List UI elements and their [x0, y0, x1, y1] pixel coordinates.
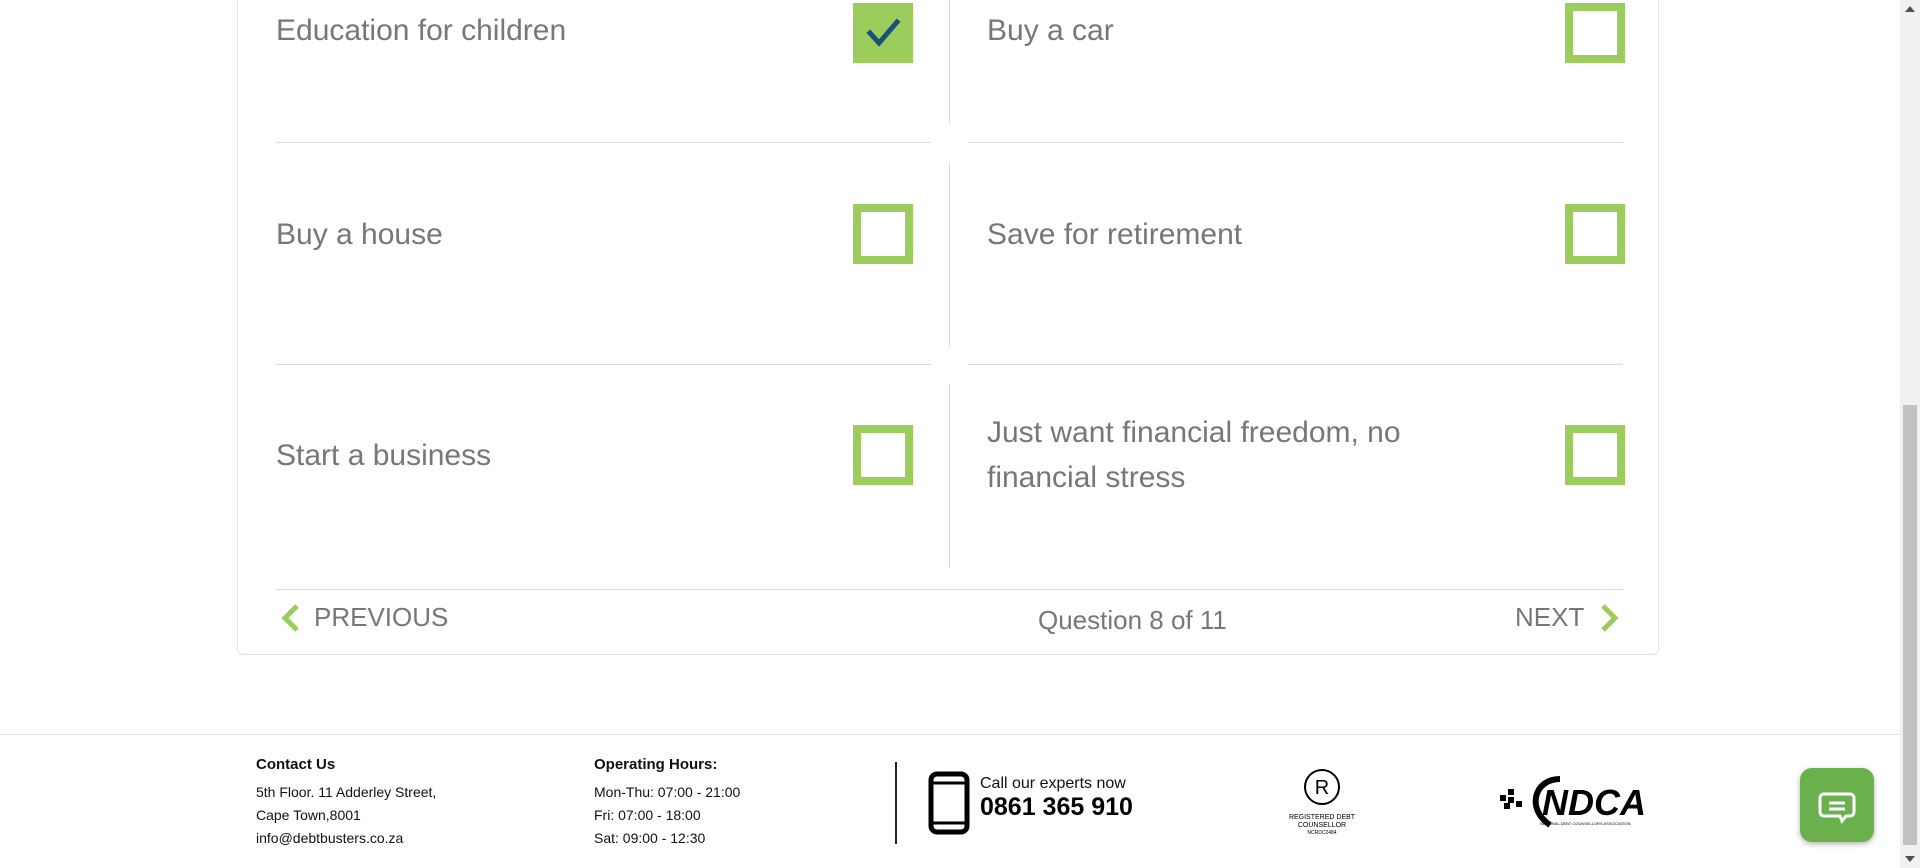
- chevron-right-icon: [1601, 603, 1619, 632]
- vertical-scrollbar[interactable]: [1900, 0, 1920, 868]
- ndca-text: NDCA: [1542, 782, 1646, 823]
- hours-heading: Operating Hours:: [594, 756, 718, 773]
- checkbox-buy-a-house[interactable]: [853, 204, 913, 264]
- ndca-logo: NDCA NATIONAL DEBT COUNSELLORS ASSOCIATI…: [1500, 773, 1646, 833]
- hours-line-2: Fri: 07:00 - 18:00: [594, 807, 701, 823]
- checkbox-save-for-retirement[interactable]: [1565, 204, 1625, 264]
- option-label: Buy a car: [987, 14, 1114, 47]
- contact-heading: Contact Us: [256, 756, 336, 773]
- phone-number[interactable]: 0861 365 910: [980, 793, 1133, 822]
- contact-section: Contact Us 5th Floor. 11 Adderley Street…: [256, 753, 436, 850]
- email-link[interactable]: info@debtbusters.co.za: [256, 827, 436, 850]
- nav-divider: [276, 589, 1623, 590]
- option-education-for-children[interactable]: Education for children: [276, 0, 566, 81]
- scroll-down-icon[interactable]: [1900, 852, 1920, 866]
- registered-counsellor-logo: R REGISTERED DEBT COUNSELLOR NCRDC2484: [1282, 767, 1362, 837]
- registered-number: NCRDC2484: [1307, 830, 1337, 836]
- checkmark-icon: [866, 18, 901, 47]
- column-divider: [949, 0, 950, 124]
- option-label: Save for retirement: [987, 218, 1243, 251]
- column-divider: [949, 384, 950, 568]
- footer: Contact Us 5th Floor. 11 Adderley Street…: [0, 734, 1900, 868]
- option-label: Buy a house: [276, 218, 443, 251]
- option-buy-a-house[interactable]: Buy a house: [276, 212, 443, 257]
- scrollbar-thumb[interactable]: [1903, 405, 1917, 845]
- footer-divider: [895, 762, 897, 844]
- option-financial-freedom[interactable]: Just want financial freedom, no financia…: [987, 410, 1457, 500]
- hours-section: Operating Hours: Mon-Thu: 07:00 - 21:00 …: [594, 753, 740, 850]
- previous-button[interactable]: PREVIOUS: [280, 602, 448, 633]
- row-divider: [276, 142, 931, 143]
- chevron-left-icon: [281, 603, 299, 632]
- hours-line-3: Sat: 09:00 - 12:30: [594, 830, 706, 846]
- row-divider: [276, 364, 931, 365]
- option-save-for-retirement[interactable]: Save for retirement: [987, 212, 1242, 257]
- scroll-up-icon[interactable]: [1900, 2, 1920, 16]
- row-divider: [968, 364, 1623, 365]
- checkbox-start-a-business[interactable]: [853, 425, 913, 485]
- row-divider: [968, 142, 1623, 143]
- previous-label: PREVIOUS: [314, 602, 449, 632]
- ndca-subtext: NATIONAL DEBT COUNSELLORS ASSOCIATION: [1540, 821, 1631, 826]
- checkbox-financial-freedom[interactable]: [1565, 425, 1625, 485]
- page: Education for children Buy a car Buy a h…: [0, 0, 1920, 868]
- phone-icon: [928, 771, 970, 840]
- hours-line-1: Mon-Thu: 07:00 - 21:00: [594, 784, 741, 800]
- option-label: Just want financial freedom, no financia…: [987, 416, 1401, 494]
- phone-label: Call our experts now: [980, 775, 1126, 792]
- checkbox-buy-a-car[interactable]: [1565, 3, 1625, 63]
- chat-bubble-icon: [1818, 792, 1856, 824]
- registered-icon: R: [1304, 769, 1340, 805]
- quiz-card: Education for children Buy a car Buy a h…: [237, 0, 1659, 655]
- address-line-1: 5th Floor. 11 Adderley Street,: [256, 784, 437, 800]
- checkbox-education-for-children[interactable]: [853, 3, 913, 63]
- next-label: NEXT: [1515, 602, 1585, 632]
- option-buy-a-car[interactable]: Buy a car: [987, 0, 1114, 81]
- registered-text: REGISTERED DEBT COUNSELLOR: [1288, 814, 1356, 829]
- phone-section[interactable]: Call our experts now 0861 365 910: [980, 775, 1133, 822]
- chat-button[interactable]: [1800, 768, 1874, 842]
- next-button[interactable]: NEXT: [1515, 602, 1620, 633]
- option-label: Education for children: [276, 14, 567, 47]
- svg-text:R: R: [1315, 777, 1329, 799]
- question-progress: Question 8 of 11: [1038, 605, 1227, 635]
- address-line-2: Cape Town,8001: [256, 807, 361, 823]
- option-start-a-business[interactable]: Start a business: [276, 433, 491, 478]
- column-divider: [949, 162, 950, 346]
- option-label: Start a business: [276, 439, 492, 472]
